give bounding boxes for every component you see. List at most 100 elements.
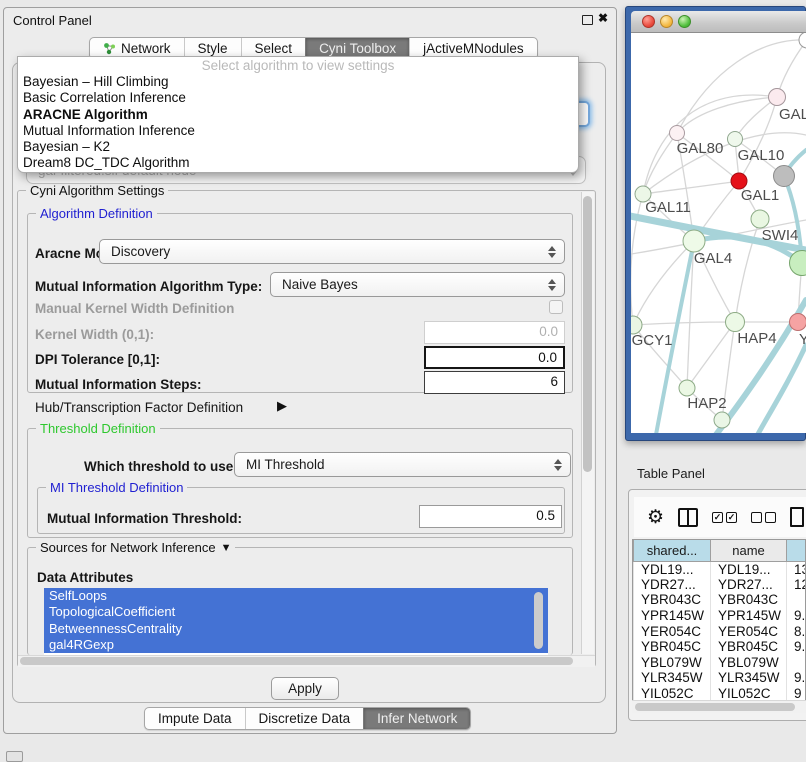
table-cell: 8. (787, 623, 806, 639)
table-header-row[interactable]: shared...nameA (634, 540, 806, 561)
threshold-definition-legend: Threshold Definition (36, 421, 160, 436)
collapsed-arrow-icon[interactable]: ▶ (277, 398, 287, 414)
network-node[interactable] (769, 89, 786, 106)
network-window-titlebar[interactable] (631, 11, 806, 33)
table-row[interactable]: YPR145WYPR145W9. (634, 608, 806, 624)
settings-horizontal-scrollbar-thumb[interactable] (20, 657, 573, 665)
column-header[interactable]: A (787, 540, 806, 561)
table-panel-toolbar: ⚙ ✓✓ (634, 497, 806, 537)
attribute-list-item[interactable]: BetweennessCentrality (44, 621, 548, 637)
table-horizontal-scrollbar-thumb[interactable] (635, 703, 795, 711)
network-node[interactable] (790, 314, 806, 331)
column-header[interactable]: name (711, 540, 787, 561)
algorithm-definition-legend: Algorithm Definition (36, 206, 157, 221)
combo-arrows-icon (548, 279, 557, 291)
new-table-icon[interactable] (790, 507, 804, 527)
float-window-icon[interactable] (582, 15, 593, 25)
network-canvas[interactable]: GALGAL80GAL10GAL1GAL11SWI4GAL4GCY1HAP4YH… (631, 33, 806, 433)
table-cell: YPR145W (634, 608, 711, 624)
dropdown-item[interactable]: Dream8 DC_TDC Algorithm (18, 155, 578, 171)
network-edge[interactable] (777, 40, 806, 97)
network-edge[interactable] (633, 322, 735, 325)
network-edge-highlighted[interactable] (752, 345, 806, 433)
kernel-width-field[interactable]: 0.0 (424, 321, 565, 344)
table-cell: 13 (787, 561, 806, 577)
which-threshold-combobox[interactable]: MI Threshold (234, 452, 571, 477)
manual-kernel-label: Manual Kernel Width Definition (35, 301, 234, 316)
table-row[interactable]: YBR045CYBR045C9. (634, 639, 806, 655)
dropdown-item[interactable]: Bayesian – Hill Climbing (18, 74, 578, 90)
gear-icon[interactable]: ⚙ (647, 508, 664, 527)
mi-threshold-legend: MI Threshold Definition (46, 480, 187, 495)
dpi-tolerance-label: DPI Tolerance [0,1]: (35, 352, 160, 367)
mi-steps-field[interactable]: 6 (424, 371, 565, 394)
network-node[interactable] (774, 166, 795, 187)
data-attributes-label: Data Attributes (37, 570, 133, 585)
table-row[interactable]: YBL079WYBL079W (634, 655, 806, 671)
tab-label: Cyni Toolbox (319, 41, 396, 56)
tab-discretize-data[interactable]: Discretize Data (245, 708, 364, 729)
table-cell: YBR043C (711, 592, 787, 608)
tab-infer-network[interactable]: Infer Network (363, 708, 470, 729)
table-row[interactable]: YER054CYER054C8. (634, 623, 806, 639)
network-node-label: GAL80 (677, 140, 724, 157)
table-panel-title: Table Panel (637, 466, 705, 481)
apply-button[interactable]: Apply (271, 677, 339, 700)
table-row[interactable]: YLR345WYLR345W9. (634, 670, 806, 686)
dropdown-item[interactable]: Mutual Information Inference (18, 123, 578, 139)
table-cell: 12 (787, 577, 806, 593)
mi-threshold-label: Mutual Information Threshold: (47, 511, 242, 526)
dpi-tolerance-field[interactable]: 0.0 (424, 346, 565, 369)
minimize-traffic-light-icon[interactable] (660, 15, 673, 28)
collapsed-panel-icon[interactable] (6, 751, 23, 762)
tab-label: Infer Network (377, 711, 457, 726)
network-edge[interactable] (677, 97, 777, 133)
network-node[interactable] (799, 33, 806, 48)
table-row[interactable]: YBR043CYBR043C (634, 592, 806, 608)
network-node-label: GAL (779, 106, 806, 123)
dropdown-item[interactable]: Bayesian – K2 (18, 139, 578, 155)
table-row[interactable]: YDR27...YDR27...12 (634, 577, 806, 593)
settings-vertical-scrollbar-thumb[interactable] (583, 196, 592, 472)
column-header[interactable]: shared... (634, 540, 711, 561)
table-cell: YLR345W (634, 670, 711, 686)
columns-icon[interactable] (678, 508, 698, 527)
hub-definition-label[interactable]: Hub/Transcription Factor Definition (35, 400, 243, 415)
network-edge[interactable] (643, 133, 677, 194)
network-node-label: GAL11 (645, 199, 691, 216)
table-cell (787, 655, 806, 671)
select-all-columns-icon[interactable]: ✓✓ (712, 512, 737, 523)
mi-type-label: Mutual Information Algorithm Type: (35, 279, 262, 294)
close-icon[interactable]: ✖ (598, 11, 608, 25)
network-node[interactable] (751, 210, 769, 228)
mi-threshold-field[interactable]: 0.5 (419, 505, 562, 528)
tab-label: Select (255, 41, 293, 56)
mi-type-combobox[interactable]: Naive Bayes (270, 272, 565, 297)
attributes-list-scrollbar-thumb[interactable] (534, 592, 543, 649)
tab-impute-data[interactable]: Impute Data (145, 708, 245, 729)
table-cell: YDR27... (711, 577, 787, 593)
manual-kernel-checkbox[interactable] (549, 300, 563, 314)
table-cell: YER054C (634, 623, 711, 639)
network-node[interactable] (726, 313, 745, 332)
aracne-mode-combobox[interactable]: Discovery (99, 239, 565, 264)
expanded-arrow-icon[interactable]: ▼ (221, 542, 232, 554)
table-cell: YBR045C (634, 639, 711, 655)
table-row[interactable]: YIL052CYIL052C9 (634, 686, 806, 700)
network-node-label: HAP2 (687, 395, 726, 412)
network-node[interactable] (679, 380, 695, 396)
zoom-traffic-light-icon[interactable] (678, 15, 691, 28)
attribute-list-item[interactable]: SelfLoops (44, 588, 548, 604)
network-node[interactable] (683, 230, 705, 252)
dropdown-item[interactable]: Basic Correlation Inference (18, 90, 578, 106)
dropdown-item[interactable]: ARACNE Algorithm (18, 107, 578, 123)
attribute-list-item[interactable]: gal4RGexp (44, 637, 548, 653)
table-row[interactable]: YDL19...YDL19...13 (634, 561, 806, 577)
close-traffic-light-icon[interactable] (642, 15, 655, 28)
attribute-list-item[interactable]: TopologicalCoefficient (44, 604, 548, 620)
network-node[interactable] (670, 126, 685, 141)
deselect-all-columns-icon[interactable] (751, 512, 776, 523)
network-node-label: GCY1 (632, 332, 673, 349)
network-node[interactable] (714, 412, 730, 428)
network-node[interactable] (728, 132, 743, 147)
